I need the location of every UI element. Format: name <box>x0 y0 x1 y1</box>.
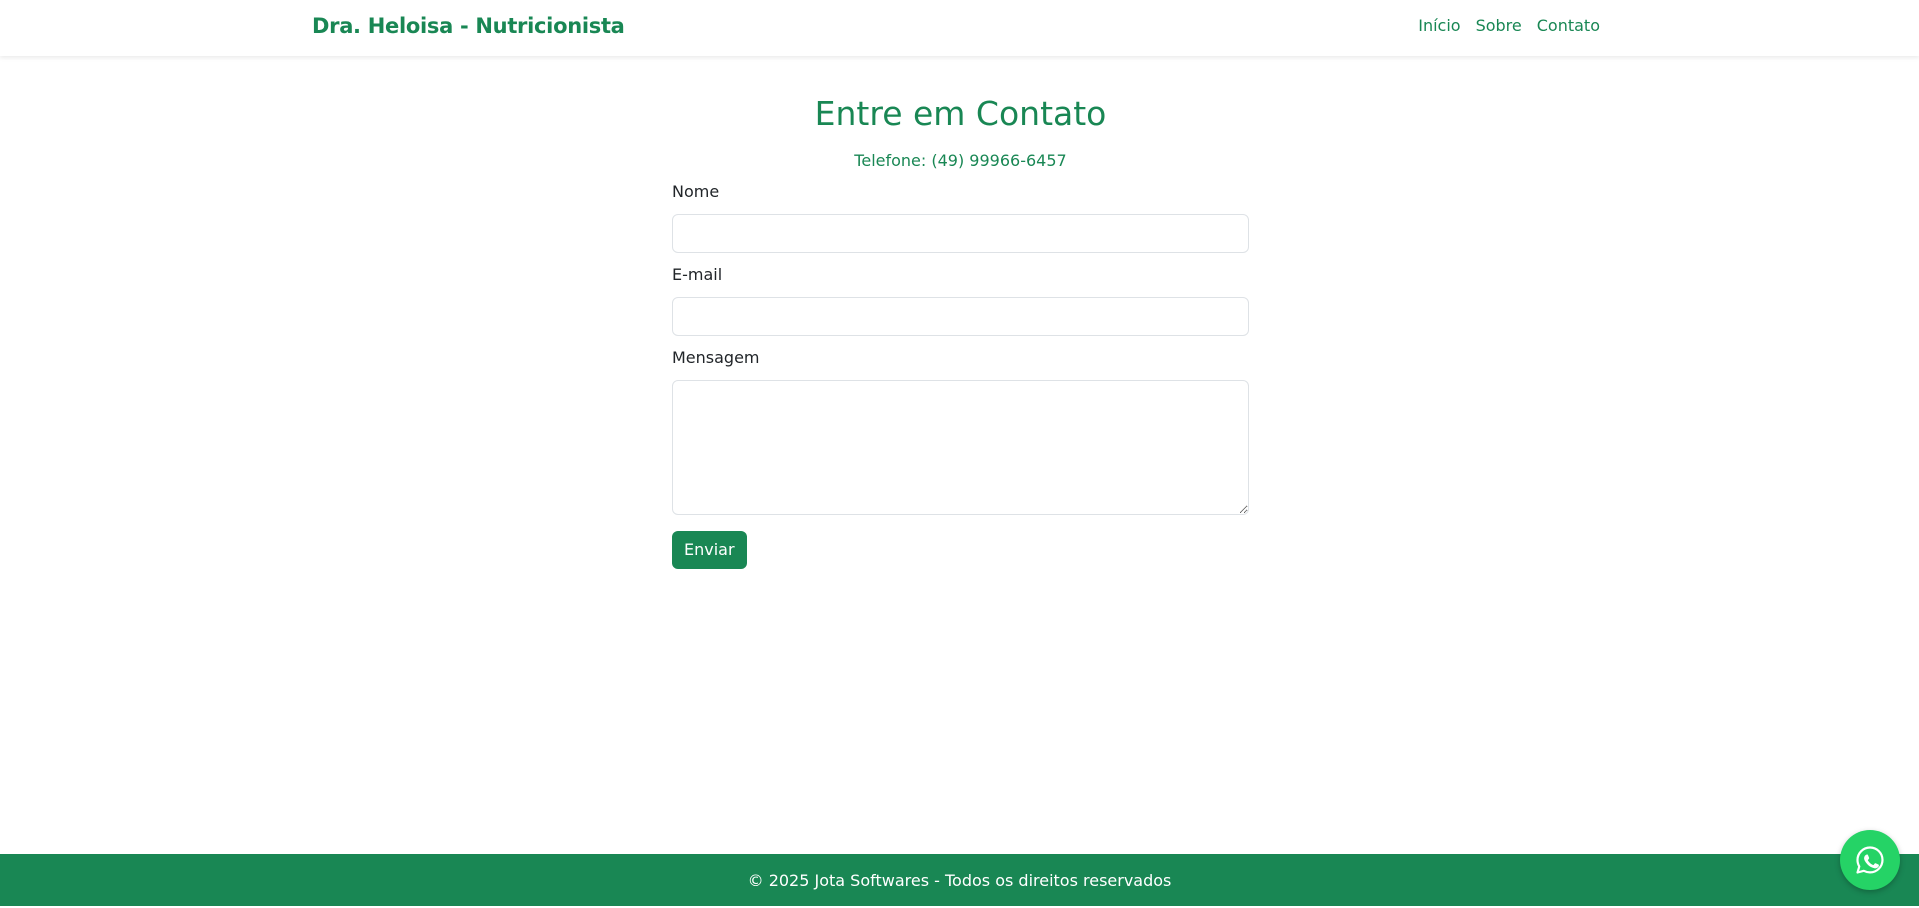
nav-link-inicio[interactable]: Início <box>1418 16 1460 35</box>
page-title: Entre em Contato <box>814 94 1107 133</box>
email-label: E-mail <box>672 264 723 284</box>
footer: © 2025 Jota Softwares - Todos os direito… <box>0 854 1919 906</box>
name-label: Nome <box>672 181 720 201</box>
navbar: Dra. Heloisa - Nutricionista Início Sobr… <box>0 0 1919 56</box>
name-input[interactable] <box>672 213 1249 253</box>
email-input[interactable] <box>672 296 1249 336</box>
brand-logo-link[interactable]: Dra. Heloisa - Nutricionista <box>312 14 625 38</box>
message-textarea[interactable] <box>672 379 1249 515</box>
submit-button[interactable]: Enviar <box>672 530 747 569</box>
nav-link-contato[interactable]: Contato <box>1537 16 1600 35</box>
phone-text: Telefone: (49) 99966-6457 <box>854 150 1067 170</box>
whatsapp-floating-button[interactable] <box>1840 830 1900 890</box>
contact-form: Nome E-mail Mensagem Enviar <box>672 182 1249 569</box>
message-label: Mensagem <box>672 347 760 367</box>
nav-links: Início Sobre Contato <box>1418 16 1600 35</box>
contact-section: Entre em Contato Telefone: (49) 99966-64… <box>672 56 1249 569</box>
nav-link-sobre[interactable]: Sobre <box>1476 16 1522 35</box>
footer-text: © 2025 Jota Softwares - Todos os direito… <box>747 871 1172 890</box>
whatsapp-icon <box>1854 844 1886 876</box>
